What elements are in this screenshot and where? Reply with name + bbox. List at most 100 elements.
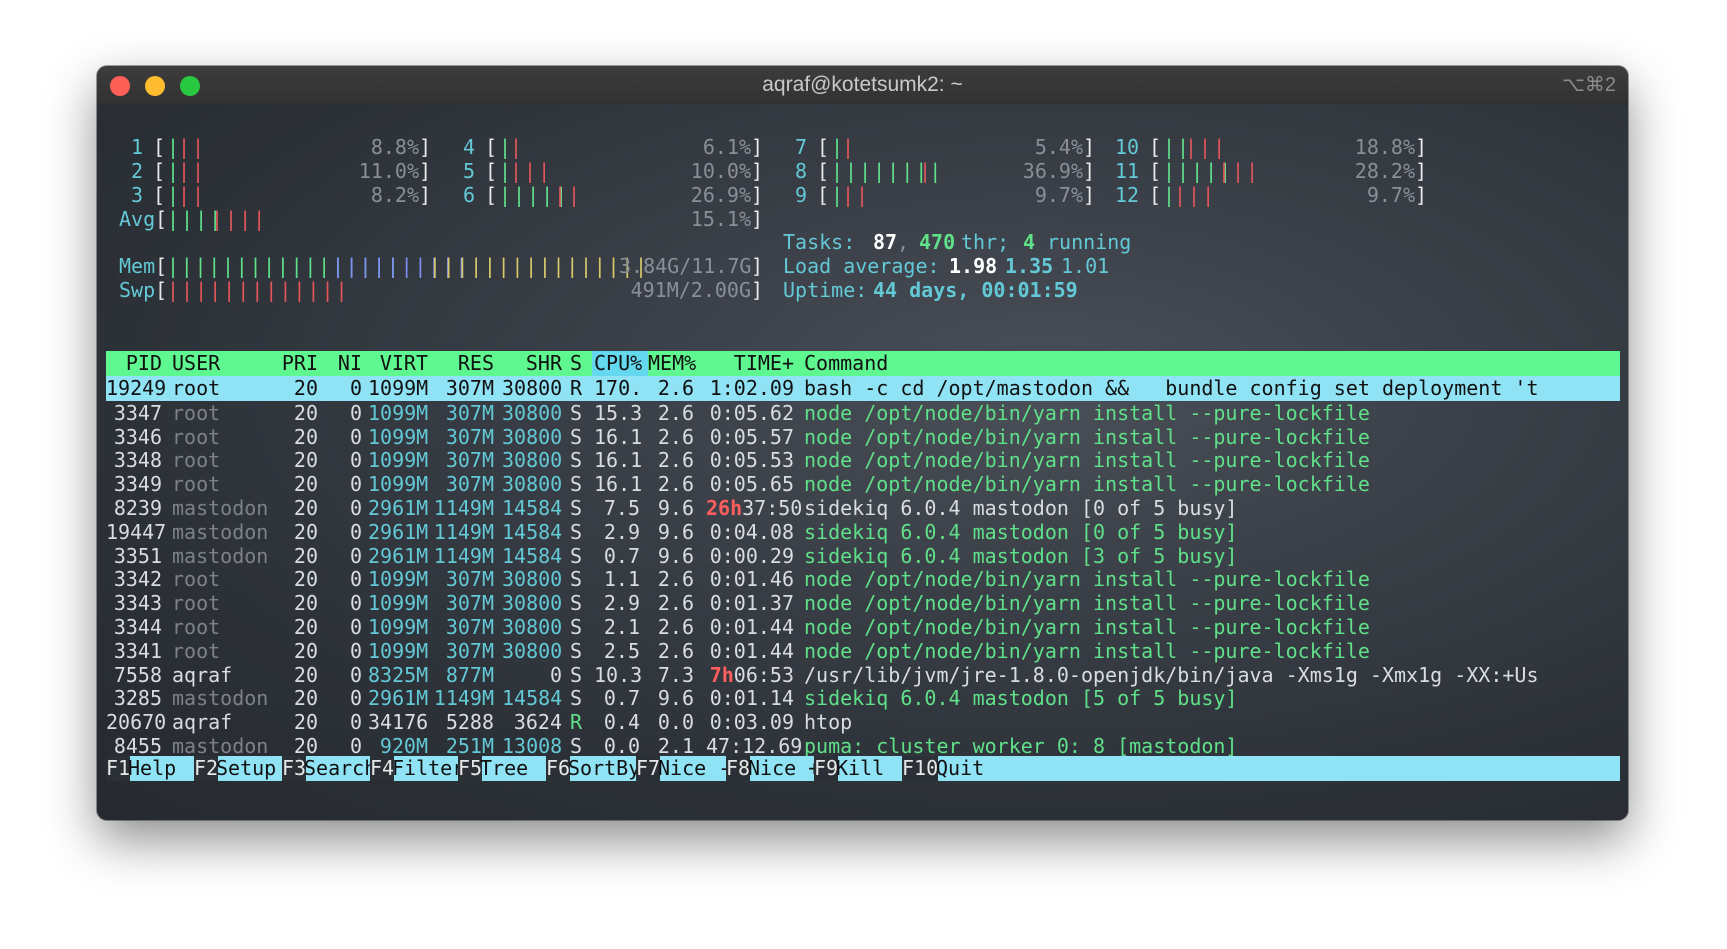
fkey-f1[interactable]: F1 — [106, 756, 131, 781]
process-s: S — [570, 472, 583, 497]
column-header-virt[interactable]: VIRT — [368, 351, 428, 376]
process-row[interactable]: 20670 aqraf 20 0 34176 5288 3624 R 0.4 0.0 htop 0:0… — [106, 709, 1620, 735]
fkey-f6[interactable]: F6 — [546, 756, 571, 781]
fkey-f5[interactable]: F5 — [458, 756, 483, 781]
cpu-bar-red: || — [178, 159, 207, 183]
column-header-time[interactable]: TIME+ — [706, 351, 794, 376]
tasks-count: 87 — [873, 230, 898, 254]
process-time: 0:03.09 — [706, 709, 794, 735]
fkey-label-tree[interactable]: Tree — [480, 756, 528, 781]
uptime-value: 44 days, 00:01:59 — [873, 278, 1078, 302]
process-row-selected[interactable]: 19249 root 20 0 1099M 307M 30800 R 170. 2.6 bash -… — [106, 376, 1620, 401]
process-s: S — [570, 686, 583, 711]
process-s: S — [570, 638, 583, 663]
process-row[interactable]: 3342 root 20 0 1099M 307M 30800 S 1.1 2.6 node /op… — [106, 566, 1620, 592]
process-time-hours: 7h — [709, 662, 734, 687]
column-header-user[interactable]: USER — [172, 351, 220, 376]
process-shr: 30800 — [502, 591, 563, 616]
process-pid: 7558 — [113, 662, 162, 687]
process-cpu: 7.5 — [603, 496, 640, 520]
fkey-f4[interactable]: F4 — [370, 756, 395, 781]
cpu-percent: 6.1% — [702, 135, 751, 159]
function-key-bar: F1 Help F2 Setup F3 Search F4 Filter F5 Tree F6 Sor… — [106, 756, 1620, 781]
process-mem: 2.6 — [657, 424, 694, 449]
process-s: S — [570, 519, 583, 544]
cpu-percent: 10.0% — [690, 159, 751, 183]
process-cmd: /usr/lib/jvm/jre-1.8.0-openjdk/bin/java … — [804, 662, 1539, 687]
process-row[interactable]: 3347 root 20 0 1099M 307M 30800 S 15.3 2.6 node /o… — [106, 400, 1620, 426]
fkey-label-nice[interactable]: Nice - — [658, 756, 730, 781]
fkey-f2[interactable]: F2 — [194, 756, 219, 781]
process-mem: 7.3 — [657, 662, 694, 687]
process-row[interactable]: 8239 mastodon 20 0 2961M 1149M 14584 S 7.5 9.6 sid… — [106, 495, 1620, 521]
meter-bracket-open: [ — [153, 183, 166, 207]
process-row[interactable]: 3348 root 20 0 1099M 307M 30800 S 16.1 2.6 node /o… — [106, 447, 1620, 473]
process-virt: 2961M — [368, 496, 429, 520]
column-header-shr[interactable]: SHR — [502, 351, 562, 376]
process-row[interactable]: 3346 root 20 0 1099M 307M 30800 S 16.1 2.6 node /o… — [106, 424, 1620, 450]
process-user: mastodon — [172, 543, 269, 568]
column-header-ni[interactable]: NI — [328, 351, 362, 376]
process-row[interactable]: 3343 root 20 0 1099M 307M 30800 S 2.9 2.6 node /op… — [106, 590, 1620, 616]
running-label: running — [1047, 230, 1132, 254]
process-cmd: sidekiq 6.0.4 mastodon [0 of 5 busy] — [804, 496, 1238, 520]
process-time-value: 0:00.29 — [709, 543, 794, 568]
process-time-value: 0:05.62 — [709, 400, 794, 425]
fkey-label-filter[interactable]: Filter — [392, 756, 464, 781]
fkey-f9[interactable]: F9 — [814, 756, 839, 781]
fkey-label-sortby[interactable]: SortBy — [568, 756, 640, 781]
process-row[interactable]: 3349 root 20 0 1099M 307M 30800 S 16.1 2.6 node /o… — [106, 471, 1620, 497]
fkey-label-nice[interactable]: Nice + — [748, 756, 820, 781]
process-res: 307M — [445, 376, 494, 400]
column-header-mem[interactable]: MEM% — [648, 351, 696, 376]
process-cpu: 2.5 — [603, 638, 640, 663]
process-user: root — [172, 400, 221, 425]
column-header-res[interactable]: RES — [432, 351, 494, 376]
process-time: 0:05.65 — [706, 471, 794, 497]
fkey-f10[interactable]: F10 — [902, 756, 939, 781]
process-s: S — [570, 662, 583, 687]
process-cpu: 0.4 — [603, 710, 640, 735]
process-row[interactable]: 3285 mastodon 20 0 2961M 1149M 14584 S 0.7 9.6 sid… — [106, 685, 1620, 711]
process-mem: 2.6 — [657, 448, 694, 473]
process-row[interactable]: 3351 mastodon 20 0 2961M 1149M 14584 S 0.7 9.6 sid… — [106, 543, 1620, 569]
fkey-label-kill[interactable]: Kill — [836, 756, 884, 781]
process-row[interactable]: 19447 mastodon 20 0 2961M 1149M 14584 S 2.9 9.6 si… — [106, 519, 1620, 545]
column-header-pri[interactable]: PRI — [256, 351, 318, 376]
swap-bar: ||||||||||||| — [167, 278, 350, 302]
process-ni: 0 — [349, 519, 362, 544]
fkey-label-quit[interactable]: Quit — [936, 756, 984, 781]
fkey-f7[interactable]: F7 — [636, 756, 661, 781]
column-header-cmd[interactable]: Command — [804, 351, 888, 376]
terminal-content[interactable]: 1[| || 8.8%] 2[| || 11.0%] 3[| || 8.2%] 4[| | 6.1%]… — [97, 104, 1628, 820]
process-res: 1149M — [433, 543, 494, 568]
process-row[interactable]: 3344 root 20 0 1099M 307M 30800 S 2.1 2.6 node /op… — [106, 614, 1620, 640]
fkey-f8[interactable]: F8 — [726, 756, 751, 781]
process-user: root — [172, 472, 221, 497]
process-row[interactable]: 3341 root 20 0 1099M 307M 30800 S 2.5 2.6 node /op… — [106, 638, 1620, 664]
column-header-s[interactable]: S — [570, 351, 582, 376]
load-5min: 1.35 — [1005, 254, 1054, 278]
process-time-value: 06:53 — [733, 662, 794, 687]
process-pid: 3342 — [113, 567, 162, 592]
process-table-header[interactable]: PID USER PRI NI VIRT RES SHR S CPU% MEM% TIME+ Comm… — [106, 351, 1620, 376]
process-row[interactable]: 7558 aqraf 20 0 8325M 877M 0 S 10.3 7.3/usr/lib/j… — [106, 662, 1620, 688]
process-user: root — [172, 591, 221, 616]
process-time: 0:05.62 — [706, 400, 794, 426]
column-header-cpu[interactable]: CPU% — [594, 351, 642, 376]
fkey-label-search[interactable]: Search — [304, 756, 376, 781]
process-s: S — [570, 591, 583, 616]
process-shr: 30800 — [502, 424, 563, 449]
process-time: 0:01.44 — [706, 638, 794, 664]
process-shr: 30800 — [502, 448, 563, 473]
process-mem: 2.6 — [657, 472, 694, 497]
terminal-window: aqraf@kotetsumk2: ~ ⌥⌘2 1[| || 8.8%] 2[| || 1… — [97, 66, 1628, 820]
fkey-label-setup[interactable]: Setup — [216, 756, 276, 781]
fkey-f3[interactable]: F3 — [282, 756, 307, 781]
column-header-pid[interactable]: PID — [106, 351, 162, 376]
fkey-label-help[interactable]: Help — [128, 756, 176, 781]
avg-bar-red: |||| — [211, 207, 268, 231]
process-pid: 20670 — [106, 710, 167, 735]
process-mem: 2.6 — [657, 567, 694, 592]
process-user: root — [172, 424, 221, 449]
